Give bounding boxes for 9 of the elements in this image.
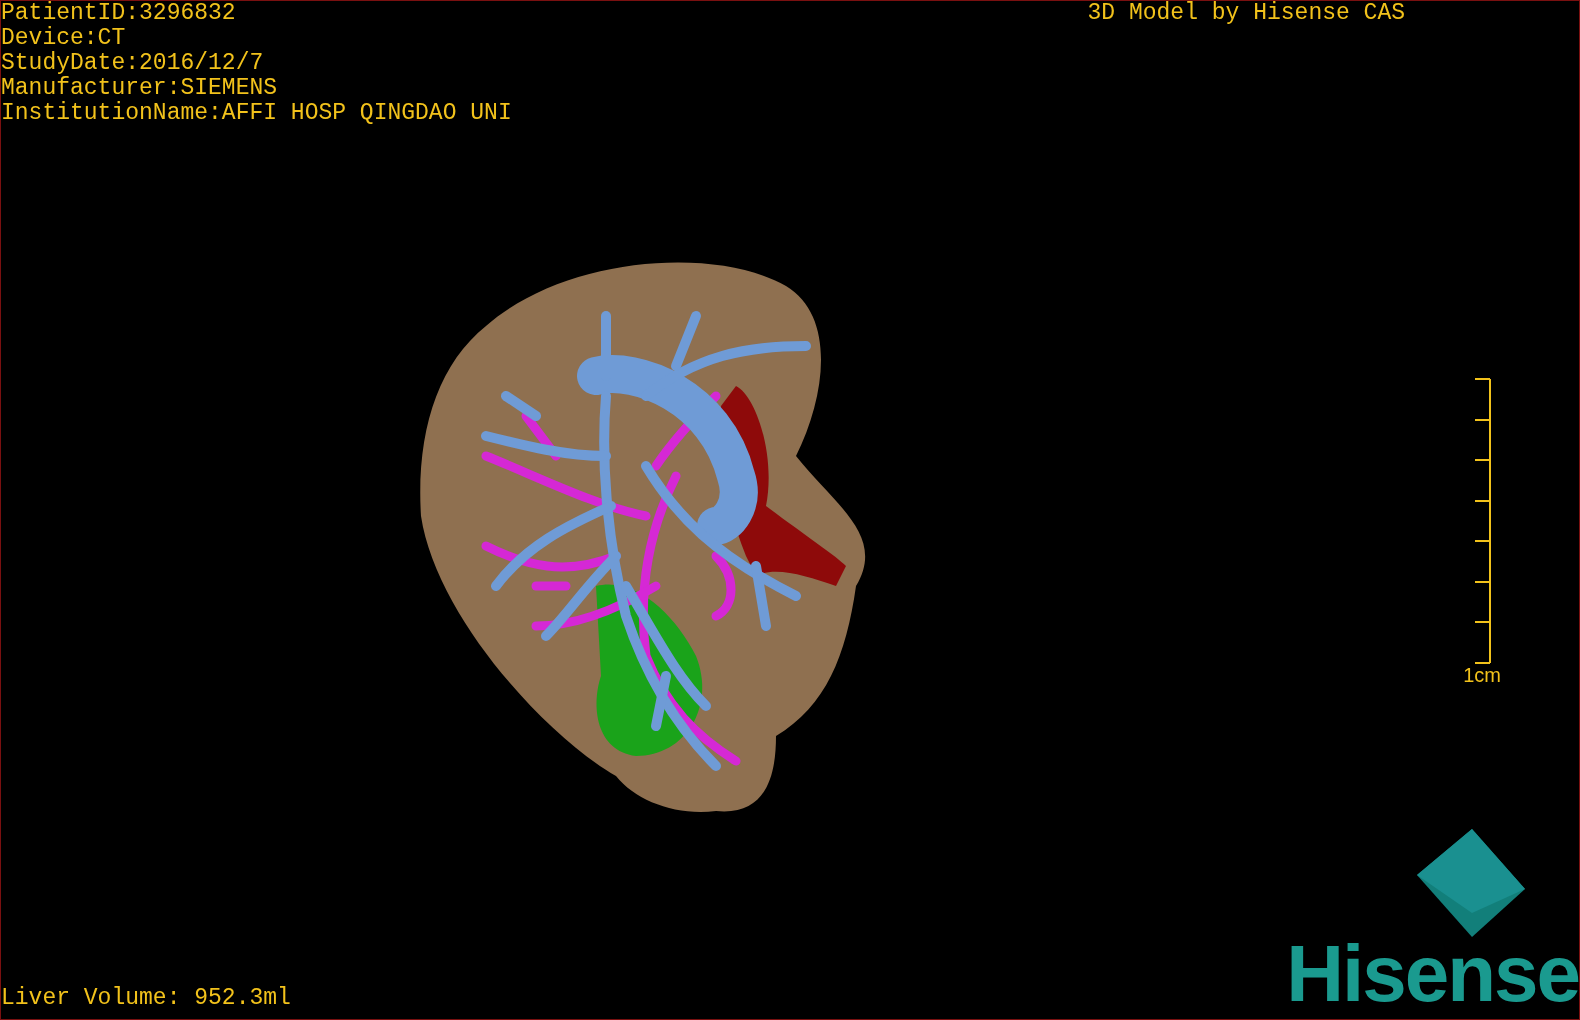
model-title: 3D Model by Hisense CAS (1087, 1, 1405, 28)
brand-logo: Hisense (1286, 937, 1579, 1011)
info-line: StudyDate:2016/12/7 (1, 51, 265, 76)
scale-label: 1cm (1463, 664, 1501, 686)
info-line: Device:CT (1, 26, 127, 51)
info-line: Manufacturer:SIEMENS (1, 76, 279, 101)
info-line: PatientID:3296832 (1, 1, 237, 26)
liver-volume: Liver Volume: 952.3ml (1, 986, 291, 1011)
info-line: InstitutionName:AFFI HOSP QINGDAO UNI (1, 101, 512, 126)
